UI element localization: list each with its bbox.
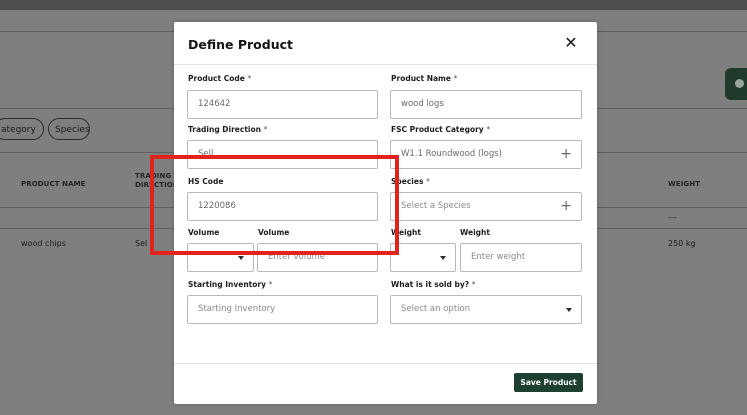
species-select[interactable]: Select a Species + <box>390 192 582 221</box>
weight-unit-select[interactable] <box>390 243 456 272</box>
starting-inventory-input[interactable]: Starting Inventory <box>187 295 378 324</box>
label-text: FSC Product Category <box>391 125 484 134</box>
species-label: Species * <box>391 177 430 186</box>
divider <box>174 64 597 65</box>
divider <box>174 363 597 364</box>
trading-direction-label: Trading Direction * <box>188 125 267 134</box>
select-value: W1.1 Roundwood (logs) <box>401 149 502 159</box>
chevron-down-icon <box>440 256 446 260</box>
weight-unit-label: Weight <box>391 228 421 237</box>
chevron-down-icon <box>566 308 572 312</box>
plus-icon: + <box>560 146 572 162</box>
filter-chip-label: ategory <box>1 125 36 135</box>
label-text: Trading Direction <box>188 125 261 134</box>
select-placeholder: Select an option <box>401 304 471 314</box>
define-product-modal: Define Product ✕ Product Code * 124642 P… <box>174 22 597 404</box>
fsc-product-category-select[interactable]: W1.1 Roundwood (logs) + <box>390 140 582 169</box>
select-value: Sell <box>198 149 214 159</box>
product-code-input[interactable]: 124642 <box>187 90 378 119</box>
chevron-down-icon <box>238 256 244 260</box>
input-placeholder: Enter weight <box>471 252 526 262</box>
fsc-product-category-label: FSC Product Category * <box>391 125 490 134</box>
product-name-label: Product Name * <box>391 74 457 83</box>
weight-label: Weight <box>460 228 490 237</box>
top-bar <box>0 0 747 10</box>
table-cell-weight: 250 kg <box>668 239 696 248</box>
column-header-weight: WEIGHT <box>668 180 701 188</box>
table-cell-trading-direction: Sel <box>135 239 148 248</box>
product-name-input[interactable]: wood logs <box>390 90 582 119</box>
sold-by-select[interactable]: Select an option <box>390 295 582 324</box>
volume-label: Volume <box>258 228 290 237</box>
hs-code-label: HS Code <box>188 177 224 186</box>
add-product-button[interactable] <box>725 68 747 100</box>
required-mark: * <box>486 125 491 134</box>
input-placeholder: Starting Inventory <box>198 304 276 314</box>
weight-input[interactable]: Enter weight <box>460 243 582 272</box>
label-text: Species <box>391 177 424 186</box>
required-mark: * <box>426 177 430 186</box>
table-cell-product-name: wood chips <box>21 239 66 248</box>
required-mark: * <box>247 74 252 83</box>
label-text: Product Name <box>391 74 451 83</box>
volume-unit-label: Volume <box>188 228 220 237</box>
column-header-trading-direction: TRADING DIRECTION <box>135 172 179 189</box>
required-mark: * <box>268 280 273 289</box>
required-mark: * <box>263 125 268 134</box>
required-mark: * <box>471 280 476 289</box>
plus-icon: + <box>560 198 572 214</box>
starting-inventory-label: Starting Inventory * <box>188 280 272 289</box>
input-value: 1220086 <box>198 201 236 211</box>
label-text: What is it sold by? <box>391 280 470 289</box>
select-placeholder: Select a Species <box>401 201 471 211</box>
filter-chip-species[interactable]: Species <box>48 118 90 140</box>
save-product-button[interactable]: Save Product <box>514 373 583 392</box>
product-code-label: Product Code * <box>188 74 251 83</box>
label-text: Starting Inventory <box>188 280 266 289</box>
input-placeholder: Enter volume <box>268 252 326 262</box>
hs-code-input[interactable]: 1220086 <box>187 192 378 221</box>
filter-chip-category[interactable]: ategory <box>0 118 44 140</box>
close-icon[interactable]: ✕ <box>562 34 580 52</box>
trading-direction-select[interactable]: Sell <box>187 140 378 169</box>
filter-chip-label: Species <box>55 125 90 135</box>
input-value: 124642 <box>198 99 231 109</box>
column-header-product-name: PRODUCT NAME <box>21 180 86 188</box>
volume-input[interactable]: Enter volume <box>257 243 378 272</box>
table-cell-weight: --- <box>668 213 677 222</box>
modal-title: Define Product <box>188 37 293 52</box>
label-text: Product Code <box>188 74 245 83</box>
volume-unit-select[interactable] <box>187 243 254 272</box>
sold-by-label: What is it sold by? * <box>391 280 475 289</box>
input-value: wood logs <box>401 99 444 109</box>
required-mark: * <box>453 74 458 83</box>
